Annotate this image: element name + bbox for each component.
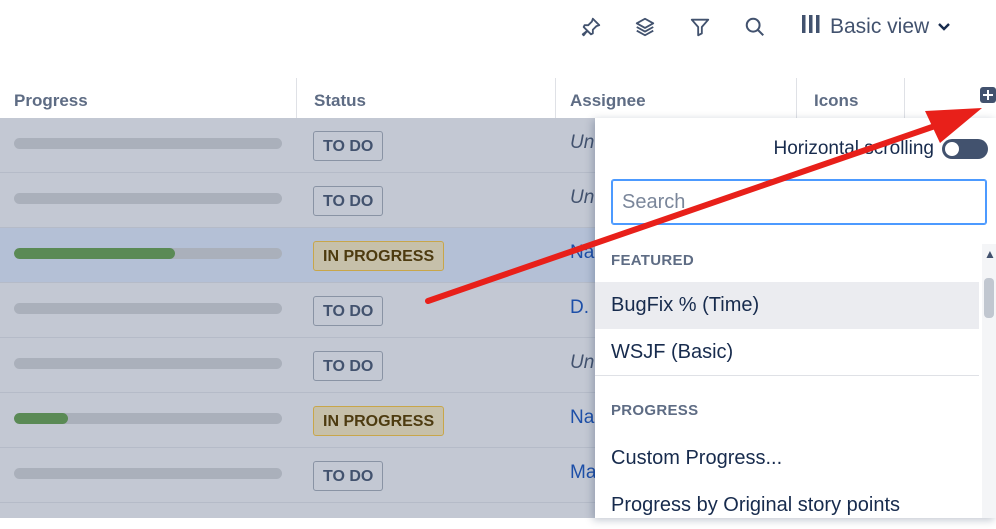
assignee-cell[interactable]: Na	[570, 407, 594, 429]
search-icon[interactable]	[742, 14, 768, 40]
menu-item-bugfix-time[interactable]: BugFix % (Time)	[595, 282, 979, 329]
horizontal-scrolling-toggle[interactable]	[942, 139, 988, 159]
columns-icon	[800, 13, 822, 41]
column-header-status[interactable]: Status	[300, 78, 555, 118]
assignee-cell: Un	[570, 132, 595, 153]
progress-bar	[14, 138, 282, 149]
progress-bar	[14, 248, 282, 259]
progress-bar	[14, 358, 282, 369]
column-header-progress[interactable]: Progress	[0, 78, 296, 118]
section-divider	[595, 375, 979, 376]
menu-item-progress-original-story-points[interactable]: Progress by Original story points	[595, 482, 979, 529]
column-header-assignee[interactable]: Assignee	[556, 78, 796, 118]
panel-scrollbar[interactable]: ▲	[982, 244, 996, 518]
assignee-cell[interactable]: Na	[570, 242, 594, 264]
column-divider[interactable]	[904, 78, 905, 118]
progress-bar-fill	[14, 248, 175, 259]
horizontal-scrolling-label: Horizontal scrolling	[773, 138, 934, 159]
menu-item-wsjf-basic[interactable]: WSJF (Basic)	[595, 329, 979, 376]
section-featured: FEATURED	[611, 252, 694, 269]
status-badge[interactable]: TO DO	[313, 296, 384, 326]
assignee-cell: Un	[570, 187, 595, 208]
add-column-icon[interactable]	[980, 87, 996, 103]
status-badge[interactable]: TO DO	[313, 461, 384, 491]
view-selector[interactable]: Basic view	[800, 10, 951, 44]
column-divider[interactable]	[296, 78, 297, 118]
layers-icon[interactable]	[632, 14, 658, 40]
section-progress: PROGRESS	[611, 402, 699, 419]
view-label: Basic view	[830, 15, 930, 38]
assignee-cell[interactable]: D.	[570, 297, 589, 319]
scrollbar-thumb[interactable]	[984, 278, 994, 318]
assignee-cell[interactable]: Ma	[570, 462, 596, 484]
add-column-panel: Horizontal scrolling FEATURED BugFix % (…	[595, 118, 996, 518]
status-badge[interactable]: TO DO	[313, 131, 384, 161]
chevron-down-icon	[937, 14, 951, 40]
progress-bar	[14, 193, 282, 204]
column-divider[interactable]	[796, 78, 797, 118]
column-header-icons[interactable]: Icons	[800, 78, 904, 118]
assignee-cell: Un	[570, 352, 595, 373]
toggle-knob	[945, 142, 959, 156]
progress-bar	[14, 303, 282, 314]
progress-bar	[14, 413, 282, 424]
progress-bar-fill	[14, 413, 68, 424]
progress-bar	[14, 468, 282, 479]
status-badge[interactable]: IN PROGRESS	[313, 406, 445, 436]
scroll-up-icon[interactable]: ▲	[984, 248, 996, 260]
filter-icon[interactable]	[687, 14, 713, 40]
status-badge[interactable]: TO DO	[313, 186, 384, 216]
menu-item-custom-progress[interactable]: Custom Progress...	[595, 435, 979, 482]
status-badge[interactable]: TO DO	[313, 351, 384, 381]
status-badge[interactable]: IN PROGRESS	[313, 241, 445, 271]
column-search-input[interactable]	[611, 179, 987, 225]
table-header: Progress Status Assignee Icons	[0, 78, 996, 118]
toolbar: Basic view	[0, 0, 996, 60]
pin-icon[interactable]	[578, 14, 604, 40]
